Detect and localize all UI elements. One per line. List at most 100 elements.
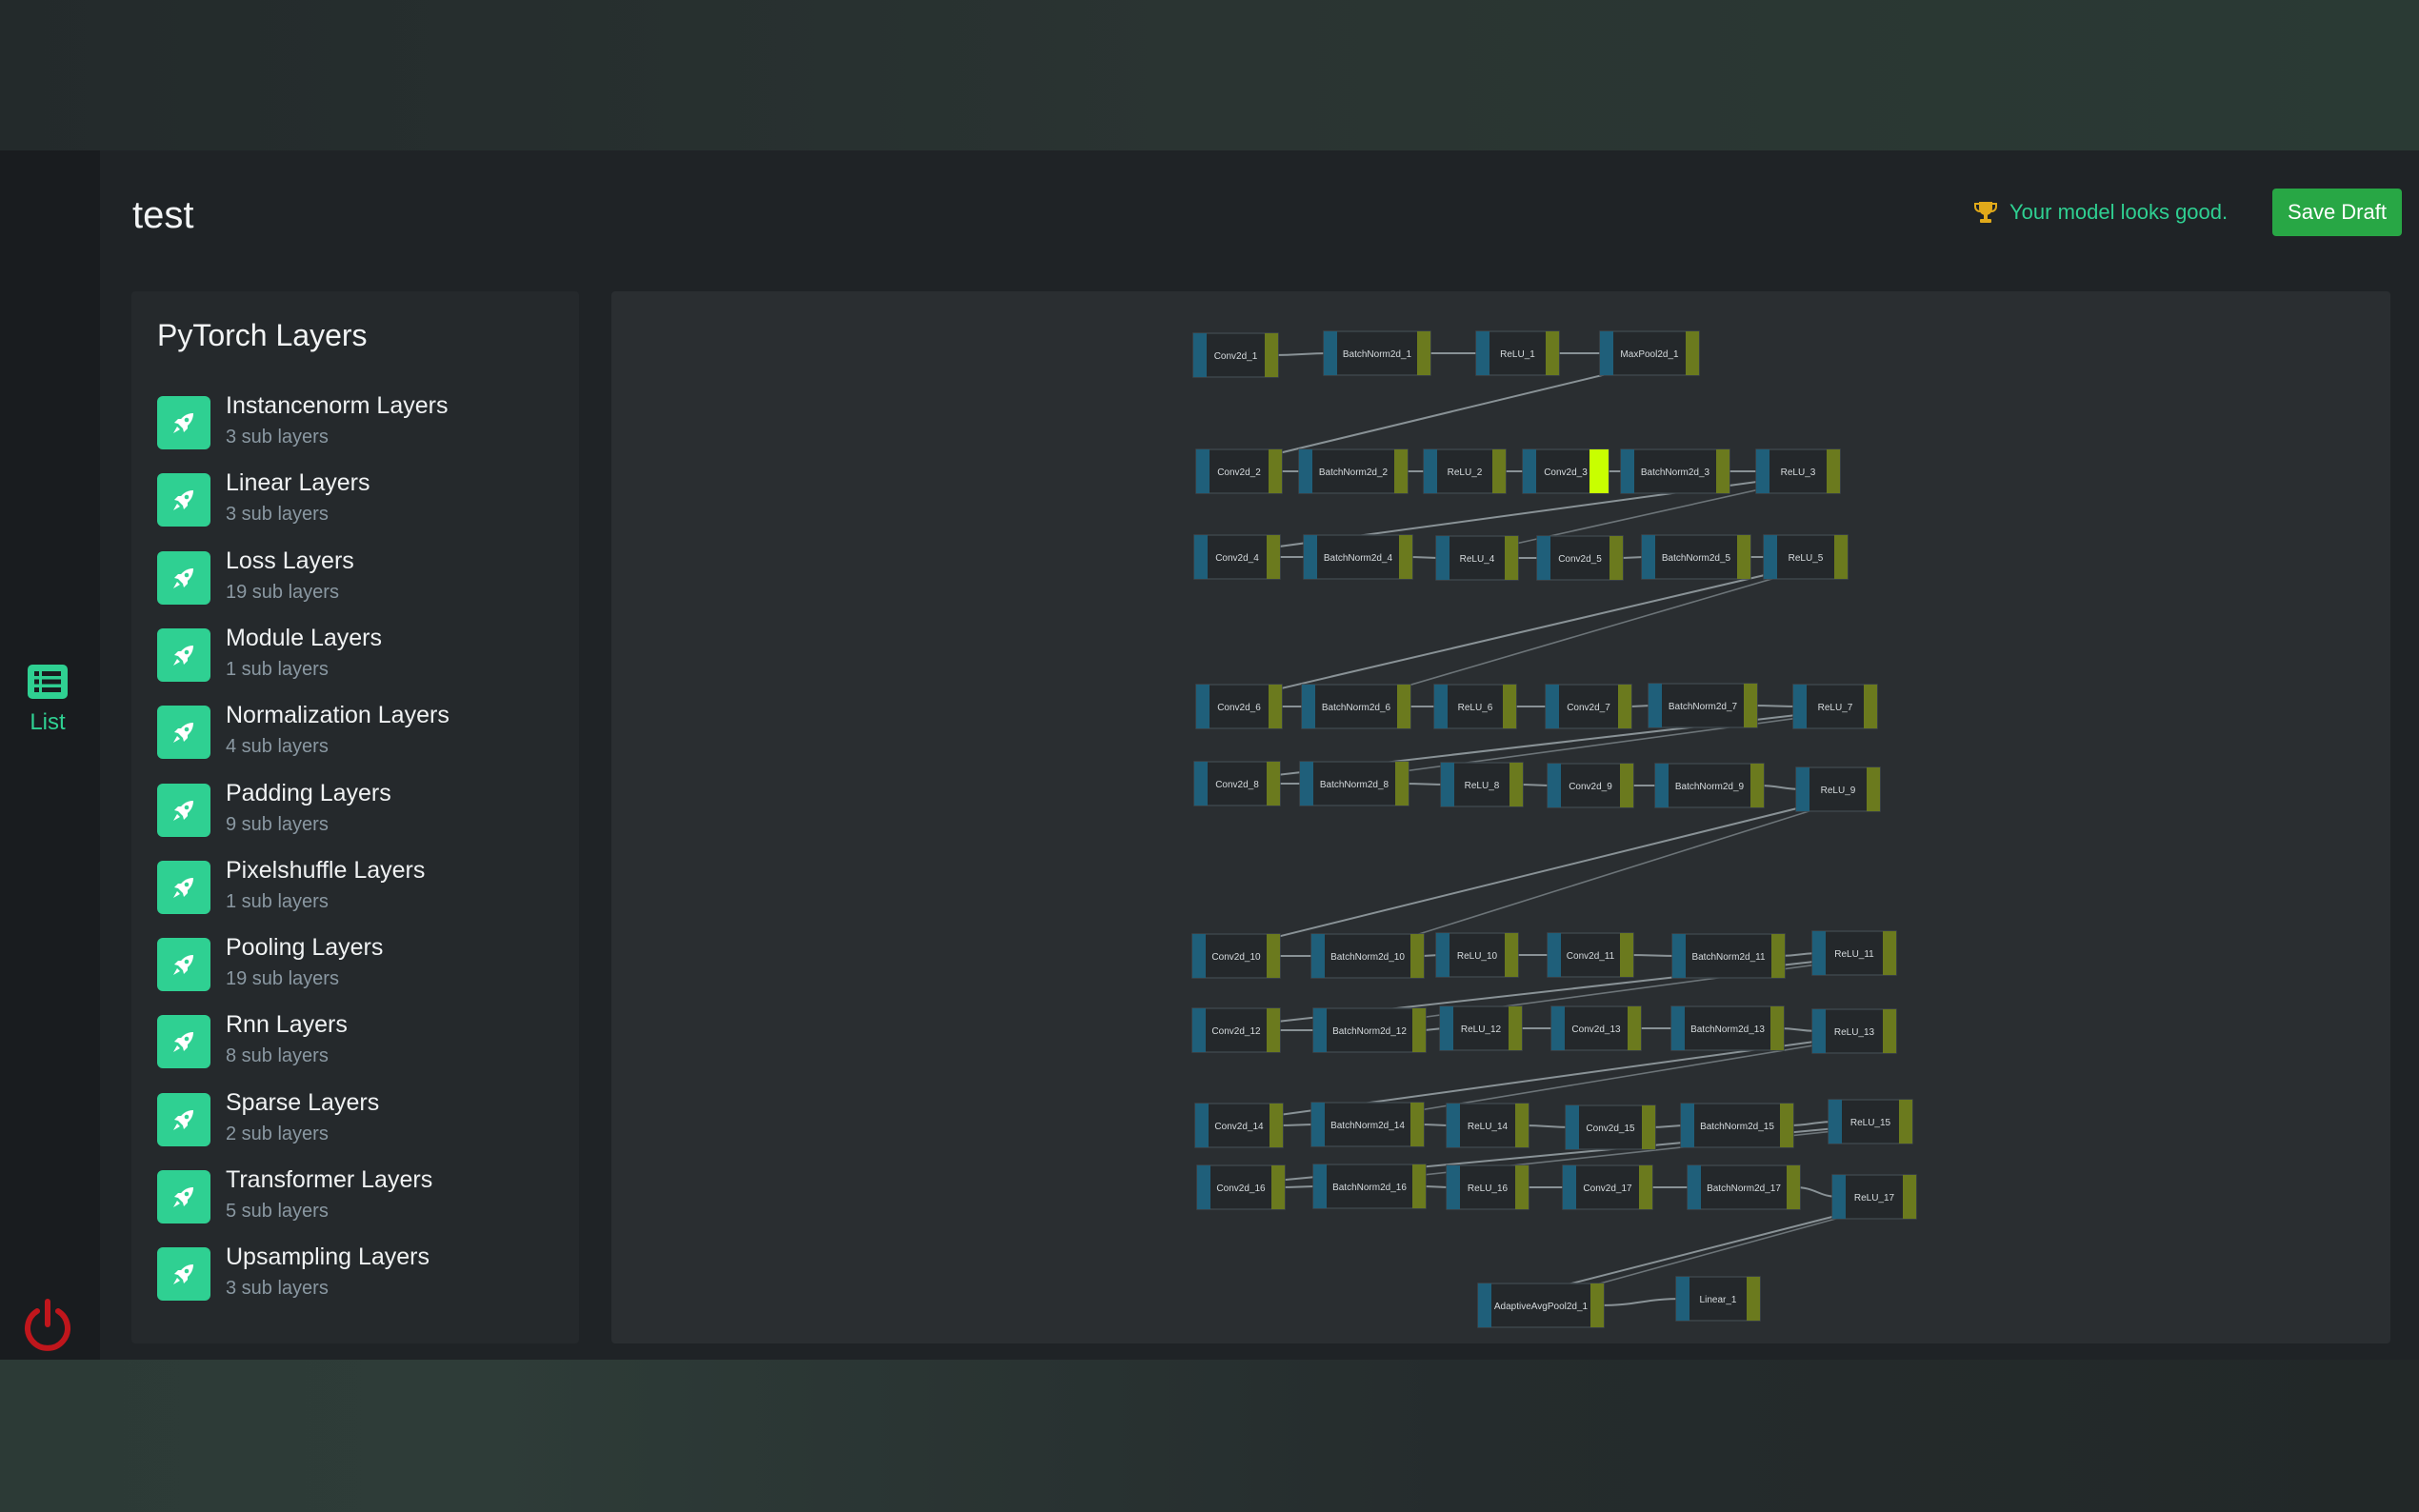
graph-node-input-port[interactable] [1478, 1283, 1491, 1327]
graph-node[interactable]: Conv2d_10 [1191, 933, 1281, 979]
graph-node[interactable]: BatchNorm2d_12 [1312, 1007, 1427, 1053]
graph-node[interactable]: Conv2d_5 [1536, 535, 1624, 581]
graph-node-output-port[interactable] [1827, 449, 1840, 493]
graph-node-output-port[interactable] [1867, 767, 1880, 811]
layer-category-item[interactable]: Pixelshuffle Layers 1 sub layers [157, 857, 567, 924]
layer-category-item[interactable]: Normalization Layers 4 sub layers [157, 702, 567, 768]
layer-category-item[interactable]: Pooling Layers 19 sub layers [157, 934, 567, 1001]
graph-node[interactable]: MaxPool2d_1 [1599, 330, 1700, 376]
graph-node[interactable]: BatchNorm2d_6 [1301, 684, 1411, 729]
graph-node[interactable]: Conv2d_17 [1562, 1164, 1653, 1210]
graph-node-output-port[interactable] [1747, 1277, 1760, 1321]
graph-node-input-port[interactable] [1304, 535, 1317, 579]
graph-node-output-port[interactable] [1639, 1165, 1652, 1209]
graph-node-output-port[interactable] [1899, 1100, 1912, 1144]
graph-node-input-port[interactable] [1672, 934, 1686, 978]
graph-node-input-port[interactable] [1546, 685, 1559, 728]
graph-node[interactable]: ReLU_4 [1435, 535, 1519, 581]
graph-node-input-port[interactable] [1193, 333, 1207, 377]
graph-node-output-port[interactable] [1834, 535, 1848, 579]
graph-node-output-port[interactable] [1267, 1008, 1280, 1052]
graph-node-input-port[interactable] [1196, 685, 1210, 728]
graph-node-input-port[interactable] [1649, 684, 1662, 727]
graph-node[interactable]: BatchNorm2d_17 [1687, 1164, 1801, 1210]
graph-node[interactable]: BatchNorm2d_9 [1654, 763, 1765, 808]
graph-node[interactable]: ReLU_11 [1811, 930, 1897, 976]
graph-node[interactable]: Conv2d_14 [1194, 1103, 1284, 1148]
graph-node[interactable]: AdaptiveAvgPool2d_1 [1477, 1283, 1605, 1328]
graph-node[interactable]: Conv2d_4 [1193, 534, 1281, 580]
graph-node[interactable]: ReLU_1 [1475, 330, 1560, 376]
graph-node-input-port[interactable] [1311, 1103, 1325, 1146]
graph-node[interactable]: BatchNorm2d_3 [1620, 448, 1730, 494]
graph-node[interactable]: ReLU_5 [1763, 534, 1849, 580]
graph-node[interactable]: Conv2d_13 [1550, 1005, 1642, 1051]
graph-node[interactable]: Conv2d_2 [1195, 448, 1283, 494]
graph-node-output-port[interactable] [1505, 933, 1518, 977]
graph-node-input-port[interactable] [1655, 764, 1669, 807]
graph-node[interactable]: BatchNorm2d_14 [1310, 1102, 1425, 1147]
graph-node-input-port[interactable] [1192, 934, 1206, 978]
graph-node-input-port[interactable] [1299, 449, 1312, 493]
graph-node-output-port[interactable] [1546, 331, 1559, 375]
graph-node-output-port[interactable] [1492, 449, 1506, 493]
graph-node-output-port[interactable] [1417, 331, 1430, 375]
graph-node[interactable]: ReLU_3 [1755, 448, 1841, 494]
graph-node-input-port[interactable] [1566, 1105, 1579, 1149]
graph-node-output-port[interactable] [1787, 1165, 1800, 1209]
graph-node-output-port[interactable] [1620, 933, 1633, 977]
layer-category-item[interactable]: Loss Layers 19 sub layers [157, 547, 567, 614]
graph-node-output-port[interactable] [1269, 1104, 1283, 1147]
graph-node[interactable]: ReLU_15 [1828, 1099, 1913, 1144]
graph-node[interactable]: BatchNorm2d_7 [1648, 683, 1758, 728]
graph-node-input-port[interactable] [1441, 763, 1454, 806]
model-graph[interactable]: Conv2d_1 BatchNorm2d_1 ReLU_1 MaxPool2d_1 Co… [611, 291, 2390, 1343]
model-canvas[interactable]: Conv2d_1 BatchNorm2d_1 ReLU_1 MaxPool2d_1 Co… [611, 291, 2390, 1343]
graph-node[interactable]: ReLU_9 [1795, 766, 1881, 812]
graph-node[interactable]: Conv2d_16 [1196, 1164, 1286, 1210]
graph-node-input-port[interactable] [1440, 1006, 1453, 1050]
graph-node-input-port[interactable] [1313, 1008, 1327, 1052]
graph-node-output-port[interactable] [1620, 764, 1633, 807]
graph-node-output-port[interactable] [1395, 762, 1409, 806]
graph-node[interactable]: BatchNorm2d_15 [1680, 1103, 1794, 1148]
graph-node-output-port[interactable] [1903, 1175, 1916, 1219]
graph-node[interactable]: BatchNorm2d_16 [1312, 1164, 1427, 1209]
graph-node[interactable]: ReLU_13 [1811, 1008, 1897, 1054]
graph-node-input-port[interactable] [1302, 685, 1315, 728]
graph-node-output-port[interactable] [1515, 1165, 1529, 1209]
graph-node-input-port[interactable] [1311, 934, 1325, 978]
graph-node-output-port[interactable] [1750, 764, 1764, 807]
graph-node-output-port[interactable] [1618, 685, 1631, 728]
nav-list-button[interactable]: List [0, 665, 95, 736]
layer-category-item[interactable]: Rnn Layers 8 sub layers [157, 1011, 567, 1078]
graph-node-output-port[interactable] [1509, 763, 1523, 806]
graph-node-output-port[interactable] [1412, 1008, 1426, 1052]
graph-node-input-port[interactable] [1548, 933, 1561, 977]
graph-node-output-port[interactable] [1410, 1103, 1424, 1146]
graph-node-output-port[interactable] [1267, 934, 1280, 978]
layer-category-item[interactable]: Upsampling Layers 3 sub layers [157, 1243, 567, 1310]
graph-node-input-port[interactable] [1563, 1165, 1576, 1209]
graph-node[interactable]: BatchNorm2d_5 [1641, 534, 1751, 580]
graph-node[interactable]: ReLU_6 [1433, 684, 1517, 729]
graph-node[interactable]: Conv2d_9 [1547, 763, 1634, 808]
graph-node-output-port[interactable] [1780, 1104, 1793, 1147]
graph-node[interactable]: ReLU_14 [1446, 1103, 1529, 1148]
graph-node-input-port[interactable] [1523, 449, 1536, 493]
graph-node-input-port[interactable] [1436, 536, 1449, 580]
graph-node-output-port[interactable] [1509, 1006, 1522, 1050]
graph-node-output-port[interactable] [1269, 449, 1282, 493]
graph-node-output-port[interactable] [1399, 535, 1412, 579]
graph-node-output-port[interactable] [1265, 333, 1278, 377]
graph-node-input-port[interactable] [1476, 331, 1489, 375]
graph-node[interactable]: Conv2d_3 [1522, 448, 1609, 494]
graph-node-output-port[interactable] [1267, 762, 1280, 806]
graph-node-output-port[interactable] [1397, 685, 1410, 728]
graph-node[interactable]: ReLU_2 [1423, 448, 1507, 494]
graph-node[interactable]: BatchNorm2d_11 [1671, 933, 1786, 979]
graph-node-input-port[interactable] [1424, 449, 1437, 493]
graph-node[interactable]: Conv2d_8 [1193, 761, 1281, 806]
graph-node-output-port[interactable] [1737, 535, 1750, 579]
graph-node[interactable]: Conv2d_12 [1191, 1007, 1281, 1053]
